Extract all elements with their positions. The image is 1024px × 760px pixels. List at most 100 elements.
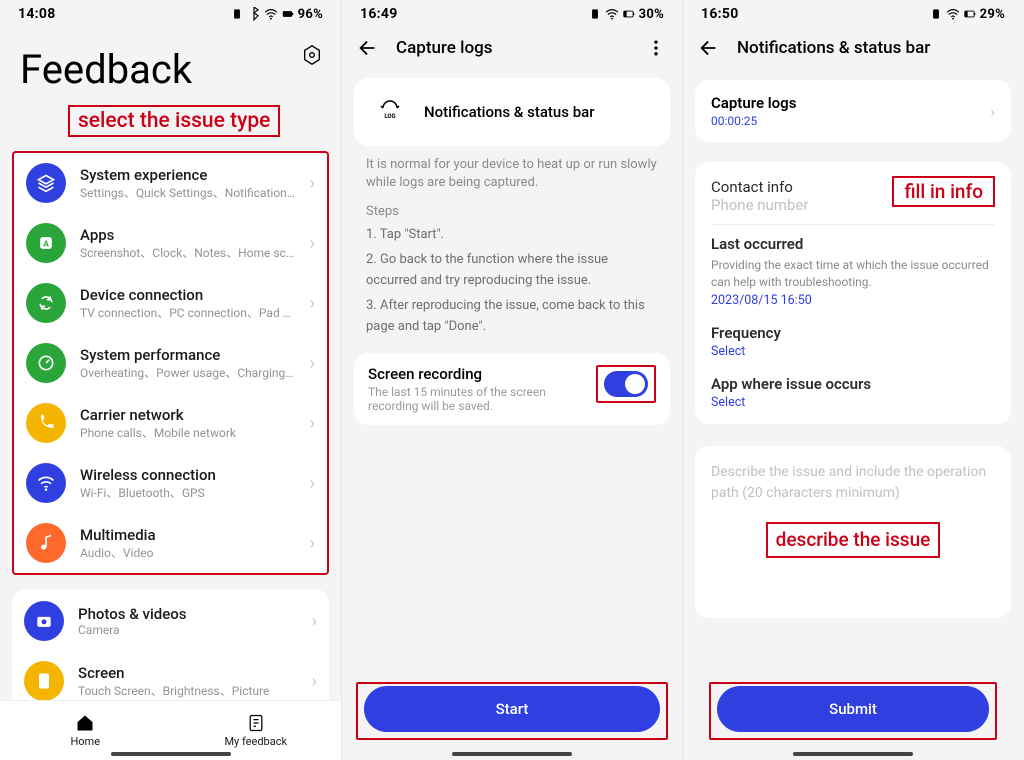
category-title: Wireless connection (80, 466, 296, 484)
back-button[interactable] (697, 36, 721, 60)
contact-info-label: Contact info (711, 178, 884, 196)
submit-button[interactable]: Submit (717, 686, 989, 732)
battery-text: 30% (639, 7, 664, 22)
step-1: 1. Tap "Start". (342, 223, 682, 248)
category-title: Screen (78, 664, 298, 682)
status-bar: 16:50 29% (683, 0, 1023, 22)
screen-recording-toggle-card: Screen recording The last 15 minutes of … (354, 353, 670, 425)
chevron-right-icon: › (312, 611, 317, 632)
wifi-icon (946, 7, 960, 21)
category-row[interactable]: A Apps Screenshot、Clock、Notes、Home scree… (14, 213, 327, 273)
perf-icon (26, 343, 66, 383)
toggle-sub: The last 15 minutes of the screen record… (368, 385, 584, 413)
page-title: Feedback (0, 22, 341, 101)
feedback-screen: 14:08 96% Feedback select the issue type… (0, 0, 341, 760)
category-row[interactable]: Photos & videos Camera › (12, 591, 329, 651)
category-row[interactable]: Carrier network Phone calls、Mobile netwo… (14, 393, 327, 453)
bluetooth-icon (247, 7, 261, 21)
clock: 16:49 (360, 6, 398, 22)
category-row[interactable]: System performance Overheating、Power usa… (14, 333, 327, 393)
status-bar: 14:08 96% (0, 0, 341, 22)
home-indicator[interactable] (111, 752, 231, 756)
capture-logs-screen: 16:49 30% Capture logs LOG Notifications… (341, 0, 682, 760)
topic-card[interactable]: LOG Notifications & status bar (354, 78, 670, 146)
category-row[interactable]: Wireless connection Wi-Fi、Bluetooth、GPS … (14, 453, 327, 513)
status-bar: 16:49 30% (342, 0, 682, 22)
description-placeholder: Describe the issue and include the opera… (711, 464, 986, 501)
category-subtitle: Camera (78, 623, 298, 637)
header: Notifications & status bar (683, 22, 1023, 70)
app-icon: A (26, 223, 66, 263)
chevron-right-icon: › (312, 671, 317, 692)
svg-text:LOG: LOG (384, 113, 395, 120)
last-occurred-value[interactable]: 2023/08/15 16:50 (711, 293, 995, 308)
vibrate-icon (230, 7, 244, 21)
toggle-title: Screen recording (368, 365, 584, 383)
info-card: Contact info Phone number fill in info L… (695, 162, 1011, 424)
category-row[interactable]: Device connection TV connection、PC conne… (14, 273, 327, 333)
feedback-icon (246, 713, 266, 733)
settings-icon[interactable] (301, 44, 323, 70)
music-icon (26, 523, 66, 563)
camera-icon (24, 601, 64, 641)
header: Capture logs (342, 22, 682, 70)
category-title: Multimedia (80, 526, 296, 544)
header-title: Notifications & status bar (737, 38, 930, 58)
steps-label: Steps (342, 194, 682, 223)
chevron-right-icon: › (310, 413, 315, 434)
description-input[interactable]: Describe the issue and include the opera… (695, 446, 1011, 619)
category-row[interactable]: System experience Settings、Quick Setting… (14, 153, 327, 213)
callout-toggle-border (596, 365, 656, 403)
category-title: Photos & videos (78, 605, 298, 623)
step-3: 3. After reproducing the issue, come bac… (342, 294, 682, 340)
status-icons: 30% (588, 7, 664, 22)
category-subtitle: Overheating、Power usage、Charging、L... (80, 364, 296, 381)
wifi-icon (26, 463, 66, 503)
home-indicator[interactable] (793, 752, 913, 756)
category-subtitle: Wi-Fi、Bluetooth、GPS (80, 484, 296, 501)
category-row[interactable]: Multimedia Audio、Video › (14, 513, 327, 573)
capture-logs-label: Capture logs (711, 94, 990, 112)
frequency-select[interactable]: Select (711, 344, 995, 359)
header-title: Capture logs (396, 38, 492, 58)
callout-select-type: select the issue type (68, 105, 280, 137)
start-button[interactable]: Start (364, 686, 660, 732)
tab-home-label: Home (70, 735, 100, 748)
chevron-right-icon: › (310, 473, 315, 494)
battery-icon (622, 7, 636, 21)
status-icons: 29% (929, 7, 1005, 22)
battery-text: 96% (298, 7, 323, 22)
category-list-highlighted: System experience Settings、Quick Setting… (12, 151, 329, 575)
category-title: Apps (80, 226, 296, 244)
last-occurred-label: Last occurred (711, 235, 995, 253)
category-subtitle: Audio、Video (80, 544, 296, 561)
wifi-icon (605, 7, 619, 21)
app-occurs-select[interactable]: Select (711, 395, 995, 410)
chevron-right-icon: › (990, 102, 995, 121)
category-subtitle: Phone calls、Mobile network (80, 424, 296, 441)
back-button[interactable] (356, 36, 380, 60)
chevron-right-icon: › (310, 233, 315, 254)
screen-recording-toggle[interactable] (604, 371, 648, 397)
layers-icon (26, 163, 66, 203)
app-occurs-label: App where issue occurs (711, 375, 995, 393)
capture-logs-row[interactable]: Capture logs 00:00:25 › (695, 80, 1011, 142)
svg-text:A: A (43, 239, 49, 249)
topic-title: Notifications & status bar (424, 103, 595, 121)
callout-describe: describe the issue (766, 522, 941, 559)
category-title: Carrier network (80, 406, 296, 424)
more-icon[interactable] (644, 36, 668, 60)
status-icons: 96% (230, 7, 323, 22)
phone-icon (26, 403, 66, 443)
category-subtitle: Screenshot、Clock、Notes、Home screen (80, 244, 296, 261)
vibrate-icon (929, 7, 943, 21)
category-subtitle: TV connection、PC connection、Pad conn... (80, 304, 296, 321)
home-indicator[interactable] (452, 752, 572, 756)
vibrate-icon (588, 7, 602, 21)
wifi-icon (264, 7, 278, 21)
chevron-right-icon: › (310, 533, 315, 554)
phone-number-input[interactable]: Phone number (711, 196, 884, 214)
log-icon: LOG (370, 92, 410, 132)
chevron-right-icon: › (310, 173, 315, 194)
category-title: Device connection (80, 286, 296, 304)
